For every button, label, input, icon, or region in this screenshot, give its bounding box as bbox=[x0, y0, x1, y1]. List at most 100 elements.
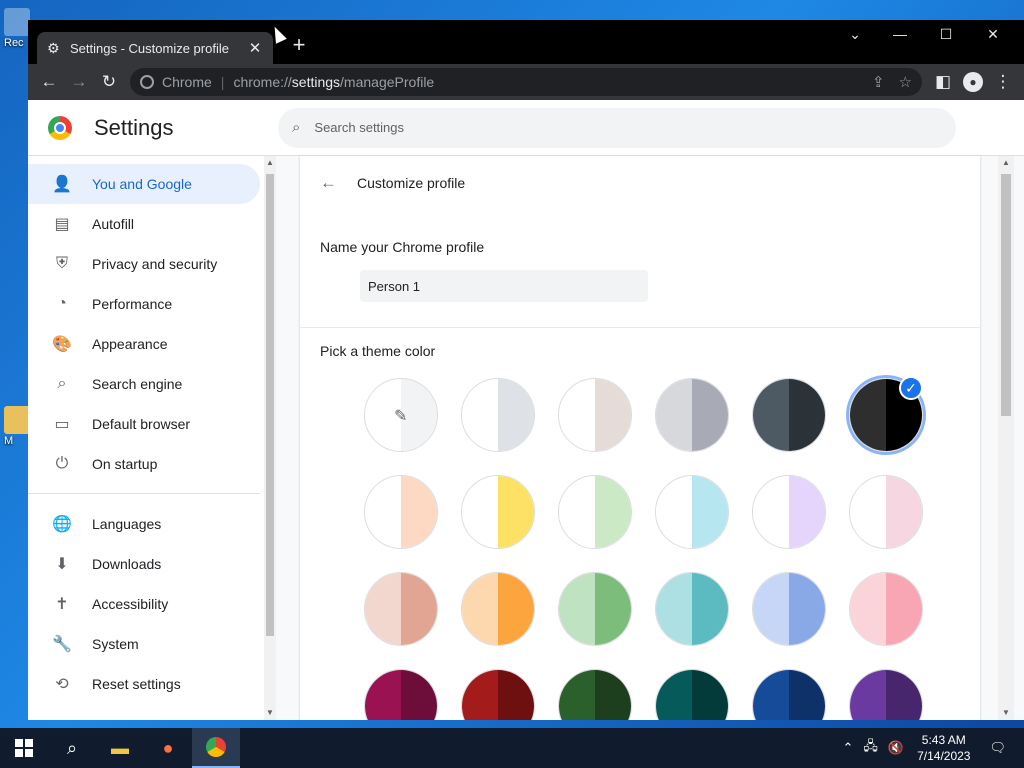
theme-color-swatch[interactable] bbox=[364, 572, 438, 646]
theme-color-swatch[interactable] bbox=[461, 669, 535, 720]
download-icon: ⬇ bbox=[55, 556, 69, 573]
minimize-button[interactable]: — bbox=[880, 26, 920, 42]
desktop-shortcut-icon[interactable]: M bbox=[4, 406, 30, 447]
volume-muted-icon[interactable]: 🔇 bbox=[888, 740, 904, 756]
maximize-button[interactable]: ☐ bbox=[926, 26, 966, 43]
back-button[interactable]: ← bbox=[34, 67, 64, 97]
person-icon: 👤 bbox=[52, 176, 72, 193]
search-input[interactable]: ⌕ Search settings bbox=[278, 107, 956, 148]
bookmark-star-icon[interactable]: ☆ bbox=[899, 73, 912, 91]
taskbar-search-button[interactable]: ⌕ bbox=[48, 728, 96, 768]
network-icon[interactable]: 🖧 bbox=[863, 737, 878, 759]
theme-color-swatch[interactable] bbox=[558, 572, 632, 646]
theme-color-swatch[interactable] bbox=[752, 475, 826, 549]
profile-name-field[interactable]: Person 1 bbox=[360, 270, 648, 302]
theme-color-swatch[interactable] bbox=[655, 669, 729, 720]
taskbar-firefox[interactable]: ● bbox=[144, 728, 192, 768]
settings-header: Settings ⌕ Search settings bbox=[28, 100, 1024, 156]
wrench-icon: 🔧 bbox=[52, 636, 72, 653]
scroll-up-icon[interactable]: ▲ bbox=[266, 158, 274, 167]
scroll-down-icon[interactable]: ▼ bbox=[266, 708, 274, 717]
sidebar-item-accessibility[interactable]: ✝ Accessibility bbox=[28, 584, 260, 624]
omnibox-separator: | bbox=[220, 74, 225, 90]
clock[interactable]: 5:43 AM 7/14/2023 bbox=[917, 732, 970, 764]
card-header: ← Customize profile bbox=[300, 156, 980, 210]
sidebar-item-appearance[interactable]: 🎨 Appearance bbox=[28, 324, 260, 364]
clipboard-icon: ▤ bbox=[54, 216, 70, 233]
accessibility-icon: ✝ bbox=[55, 596, 69, 613]
tab-settings[interactable]: ⚙ Settings - Customize profile ✕ bbox=[37, 32, 273, 64]
settings-body: 👤 You and Google ▤ Autofill ⛨ Privacy and s… bbox=[28, 156, 1024, 720]
theme-color-swatch[interactable] bbox=[461, 572, 535, 646]
close-tab-icon[interactable]: ✕ bbox=[247, 39, 263, 57]
tab-search-button[interactable]: ⌄ bbox=[835, 26, 875, 43]
scroll-up-icon[interactable]: ▲ bbox=[1002, 158, 1010, 167]
share-icon[interactable]: ⇪ bbox=[872, 73, 885, 91]
sidebar-item-privacy[interactable]: ⛨ Privacy and security bbox=[28, 244, 260, 284]
theme-color-swatch[interactable] bbox=[558, 475, 632, 549]
clock-time: 5:43 AM bbox=[921, 733, 966, 747]
theme-color-swatch[interactable] bbox=[655, 378, 729, 452]
reload-button[interactable]: ↻ bbox=[94, 67, 124, 97]
theme-color-swatch[interactable] bbox=[849, 572, 923, 646]
taskbar-chrome[interactable] bbox=[192, 728, 240, 768]
sidebar-item-on-startup[interactable]: ⏻ On startup bbox=[28, 444, 260, 484]
sidebar-item-languages[interactable]: 🌐 Languages bbox=[28, 504, 260, 544]
speedometer-icon: ◔ bbox=[57, 295, 67, 312]
search-placeholder: Search settings bbox=[314, 120, 405, 135]
start-button[interactable] bbox=[0, 728, 48, 768]
close-window-button[interactable]: ✕ bbox=[973, 26, 1013, 43]
theme-color-swatch[interactable] bbox=[849, 475, 923, 549]
scheme-label: Chrome bbox=[162, 74, 212, 90]
theme-color-swatch[interactable] bbox=[558, 669, 632, 720]
theme-color-swatch[interactable] bbox=[655, 475, 729, 549]
chrome-icon bbox=[206, 737, 226, 757]
browser-icon: ▭ bbox=[54, 416, 70, 433]
selected-check-icon: ✓ bbox=[899, 376, 923, 400]
taskbar-file-explorer[interactable]: ▬ bbox=[96, 728, 144, 768]
back-arrow-icon[interactable]: ← bbox=[320, 173, 337, 193]
sidebar-item-reset[interactable]: ⟲ Reset settings bbox=[28, 664, 260, 704]
theme-color-swatch[interactable] bbox=[849, 669, 923, 720]
sidebar-scrollbar[interactable]: ▲ ▼ bbox=[264, 156, 276, 720]
theme-color-swatch[interactable] bbox=[752, 572, 826, 646]
theme-color-swatch[interactable] bbox=[461, 378, 535, 452]
sidebar-item-autofill[interactable]: ▤ Autofill bbox=[28, 204, 260, 244]
folder-icon: ▬ bbox=[111, 737, 129, 758]
sidebar-item-you-and-google[interactable]: 👤 You and Google bbox=[28, 164, 260, 204]
sidebar-item-downloads[interactable]: ⬇ Downloads bbox=[28, 544, 260, 584]
sidebar-scroll-thumb[interactable] bbox=[266, 174, 274, 636]
browser-toolbar: ← → ↻ Chrome | chrome://settings/manageP… bbox=[28, 64, 1024, 100]
scroll-down-icon[interactable]: ▼ bbox=[1002, 708, 1010, 717]
profile-button[interactable]: ● bbox=[958, 67, 988, 97]
forward-button[interactable]: → bbox=[64, 67, 94, 97]
sidebar-item-default-browser[interactable]: ▭ Default browser bbox=[28, 404, 260, 444]
custom-color-picker[interactable]: ✎ bbox=[364, 378, 438, 452]
notifications-icon[interactable]: 🗨 bbox=[989, 740, 1006, 756]
theme-color-label: Pick a theme color bbox=[320, 343, 436, 359]
theme-color-swatch[interactable] bbox=[364, 669, 438, 720]
profile-name-label: Name your Chrome profile bbox=[320, 239, 485, 255]
theme-color-swatch[interactable] bbox=[364, 475, 438, 549]
menu-button[interactable]: ⋮ bbox=[988, 67, 1018, 97]
recycle-bin-icon[interactable]: Rec bbox=[4, 8, 30, 49]
theme-color-swatch[interactable] bbox=[752, 669, 826, 720]
main-scroll-thumb[interactable] bbox=[1001, 174, 1011, 416]
theme-color-swatch[interactable] bbox=[752, 378, 826, 452]
address-bar[interactable]: Chrome | chrome://settings/manageProfile… bbox=[130, 68, 922, 96]
side-panel-button[interactable]: ◧ bbox=[928, 67, 958, 97]
windows-logo-icon bbox=[15, 739, 33, 757]
search-icon: ⌕ bbox=[292, 119, 301, 136]
chevron-up-icon[interactable]: ⌃ bbox=[843, 740, 854, 756]
sidebar-item-performance[interactable]: ◔ Performance bbox=[28, 284, 260, 324]
theme-color-swatch[interactable] bbox=[461, 475, 535, 549]
theme-color-swatch[interactable] bbox=[655, 572, 729, 646]
chrome-logo-icon bbox=[48, 115, 72, 140]
sidebar-item-system[interactable]: 🔧 System bbox=[28, 624, 260, 664]
site-info-icon[interactable] bbox=[140, 75, 154, 89]
sidebar-divider bbox=[28, 493, 260, 494]
sidebar-item-search-engine[interactable]: ⌕ Search engine bbox=[28, 364, 260, 404]
main-scrollbar[interactable]: ▲ ▼ bbox=[998, 156, 1014, 720]
theme-color-swatch[interactable] bbox=[558, 378, 632, 452]
new-tab-button[interactable]: + bbox=[287, 34, 311, 58]
